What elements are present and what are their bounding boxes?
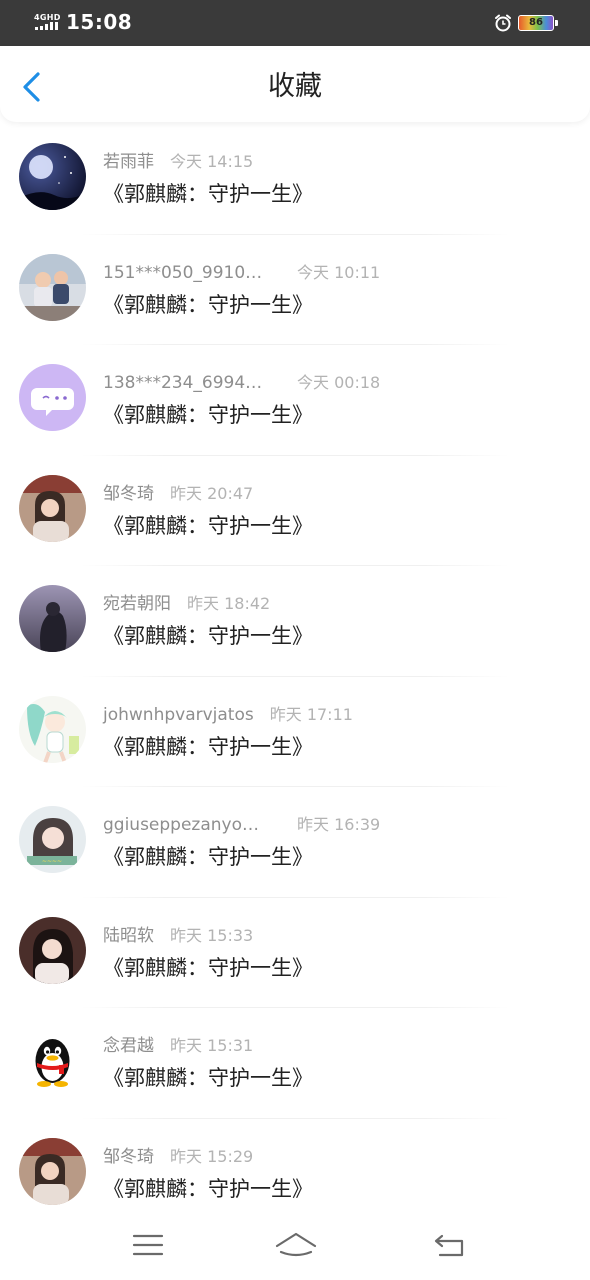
item-time: 昨天 17:11: [269, 704, 353, 724]
item-meta: 若雨菲 今天 14:15: [103, 151, 253, 175]
item-message: 《郭麒麟：守护一生》: [103, 955, 313, 980]
item-message: 《郭麒麟：守护一生》: [103, 734, 313, 759]
user-name: 138***234_6994…: [103, 373, 263, 393]
item-meta: 宛若朝阳 昨天 18:42: [103, 593, 270, 617]
item-meta: ggiuseppezanyo… 昨天 16:39: [103, 814, 380, 838]
user-name: 陆昭软: [103, 925, 154, 946]
item-time: 昨天 15:33: [170, 925, 254, 945]
list-item[interactable]: 陆昭软 昨天 15:33 《郭麒麟：守护一生》: [0, 898, 590, 1008]
item-meta: johwnhpvarvjatos 昨天 17:11: [103, 704, 353, 728]
item-message: 《郭麒麟：守护一生》: [103, 513, 313, 538]
list-item[interactable]: ~~~~ ggiuseppezanyo… 昨天 16:39 《郭麒麟：守护一生》: [0, 787, 590, 898]
list-item[interactable]: 邹冬琦 昨天 20:47 《郭麒麟：守护一生》: [0, 456, 590, 566]
item-time: 昨天 15:31: [170, 1036, 254, 1055]
list-item[interactable]: 宛若朝阳 昨天 18:42 《郭麒麟：守护一生》: [0, 566, 590, 677]
header: 收藏: [0, 46, 590, 122]
user-name: 宛若朝阳: [103, 594, 171, 614]
item-time: 今天 00:18: [297, 373, 381, 392]
woman-photo-avatar[interactable]: [19, 1137, 86, 1205]
children-photo-avatar[interactable]: [19, 253, 86, 321]
item-meta: 138***234_6994… 今天 00:18: [103, 372, 380, 396]
girl-silhouette-avatar[interactable]: [19, 585, 86, 652]
item-time: 今天 14:15: [170, 152, 254, 171]
item-meta: 念君越 昨天 15:31: [103, 1035, 253, 1059]
item-message: 《郭麒麟：守护一生》: [103, 292, 313, 317]
item-meta: 邹冬琦 昨天 15:29: [103, 1146, 253, 1170]
item-message: 《郭麒麟：守护一生》: [103, 624, 313, 648]
status-time: 15:08: [66, 10, 133, 34]
battery-level: 86: [529, 17, 543, 28]
list-item[interactable]: 151***050_9910… 今天 10:11 《郭麒麟：守护一生》: [0, 235, 590, 345]
status-bar: 4GHD 15:08 86: [0, 0, 590, 46]
user-name: johwnhpvarvjatos: [103, 704, 254, 725]
item-meta: 邹冬琦 昨天 20:47: [103, 483, 253, 507]
item-meta: 陆昭软 昨天 15:33: [103, 925, 253, 949]
back-icon[interactable]: [428, 1228, 472, 1262]
item-message: 《郭麒麟：守护一生》: [103, 1176, 313, 1201]
user-name: 若雨菲: [103, 152, 154, 172]
battery-icon: 86: [518, 15, 554, 31]
page-title: 收藏: [268, 71, 322, 102]
svg-text:~~~~: ~~~~: [42, 858, 62, 865]
night-moon-avatar[interactable]: [19, 143, 86, 210]
signal-icon: [35, 22, 61, 30]
list-item[interactable]: johwnhpvarvjatos 昨天 17:11 《郭麒麟：守护一生》: [0, 677, 590, 787]
item-time: 昨天 16:39: [297, 815, 381, 834]
user-name: 邹冬琦: [103, 1146, 154, 1167]
list-item[interactable]: 念君越 昨天 15:31 《郭麒麟：守护一生》: [0, 1008, 590, 1119]
list-item[interactable]: 若雨菲 今天 14:15 《郭麒麟：守护一生》: [0, 124, 590, 235]
qq-penguin-avatar[interactable]: [19, 1027, 86, 1094]
list-item[interactable]: 138***234_6994… 今天 00:18 《郭麒麟：守护一生》: [0, 345, 590, 456]
home-icon[interactable]: [273, 1228, 319, 1262]
item-message: 《郭麒麟：守护一生》: [103, 182, 313, 206]
item-message: 《郭麒麟：守护一生》: [103, 845, 313, 869]
item-time: 昨天 15:29: [170, 1146, 254, 1166]
menu-icon[interactable]: [126, 1228, 170, 1262]
system-nav-bar: [0, 1210, 590, 1280]
item-time: 昨天 20:47: [170, 483, 254, 503]
item-time: 今天 10:11: [297, 262, 381, 282]
item-time: 昨天 18:42: [187, 594, 271, 613]
favorites-list: 若雨菲 今天 14:15 《郭麒麟：守护一生》 151***050_9910… 今天…: [0, 124, 590, 1229]
item-meta: 151***050_9910… 今天 10:11: [103, 262, 380, 286]
anime-girl-avatar[interactable]: [19, 695, 86, 763]
network-type: 4GHD: [34, 13, 61, 22]
item-message: 《郭麒麟：守护一生》: [103, 403, 313, 427]
woman-portrait-avatar[interactable]: ~~~~: [19, 806, 86, 873]
woman-photo-avatar[interactable]: [19, 474, 86, 542]
woman-dark-hair-avatar[interactable]: [19, 916, 86, 984]
purple-chat-bubble-avatar[interactable]: [19, 364, 86, 431]
battery-cap: [555, 20, 558, 26]
user-name: 151***050_9910…: [103, 262, 263, 283]
user-name: 念君越: [103, 1036, 154, 1056]
user-name: ggiuseppezanyo…: [103, 815, 260, 835]
alarm-icon: [495, 14, 511, 32]
item-message: 《郭麒麟：守护一生》: [103, 1066, 313, 1090]
user-name: 邹冬琦: [103, 483, 154, 504]
